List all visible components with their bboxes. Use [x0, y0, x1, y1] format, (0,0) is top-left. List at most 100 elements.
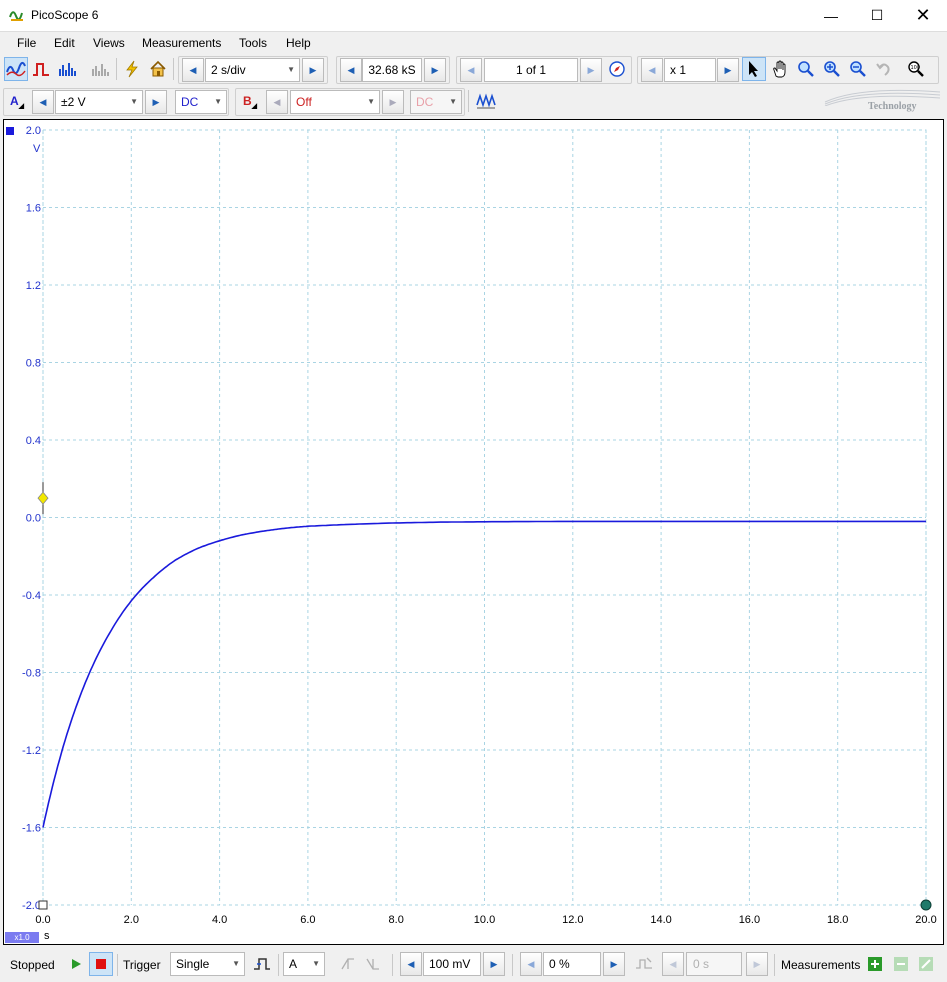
y-tick-label: -2.0	[22, 900, 41, 912]
persistence-mode-icon[interactable]	[29, 57, 53, 81]
channel-a-coupling-value: DC	[181, 95, 199, 109]
run-state-label: Stopped	[10, 958, 55, 972]
scope-view[interactable]: 2.0 1.6 1.2 0.8 0.4 0.0 -0.4 -0.8 -1.2 -1.6 -2.0 0…	[3, 119, 944, 945]
x-tick-label: 20.0	[915, 914, 936, 926]
x-tick-label: 8.0	[389, 914, 404, 926]
channel-b-range-increase[interactable]: ▶	[382, 90, 404, 114]
home-icon[interactable]	[146, 57, 170, 81]
y-tick-label: -1.6	[22, 823, 41, 835]
channel-a-range-decrease[interactable]: ◀	[32, 90, 54, 114]
zoom-field[interactable]: x 1	[664, 58, 716, 82]
channel-a-range-select[interactable]: ±2 V ▼	[55, 90, 143, 114]
trigger-mode-value: Single	[176, 957, 210, 971]
measurements-label: Measurements	[781, 958, 861, 972]
channel-a-axis-marker-icon[interactable]	[6, 127, 14, 135]
samples-increase-button[interactable]: ▶	[424, 58, 446, 82]
menu-views[interactable]: Views	[93, 36, 125, 50]
brand-watermark: Technology	[868, 101, 917, 112]
play-icon[interactable]	[64, 952, 88, 976]
trigger-mode-select[interactable]: Single ▼	[170, 952, 245, 976]
maximize-button[interactable]: ☐	[854, 0, 900, 31]
threshold-increase-button[interactable]: ▶	[483, 952, 505, 976]
channel-a-button[interactable]: A ◢	[5, 89, 29, 113]
menu-bar: File Edit Views Measurements Tools Help	[0, 32, 947, 55]
window-title: PicoScope 6	[31, 8, 99, 22]
timebase-select[interactable]: 2 s/div ▼	[205, 58, 300, 82]
select-cursor-icon[interactable]	[742, 57, 766, 81]
buffer-next-button[interactable]: ▶	[580, 58, 602, 82]
x-zoom-badge[interactable]: x1.0	[5, 932, 39, 943]
menu-tools[interactable]: Tools	[239, 36, 267, 50]
svg-text:100: 100	[911, 65, 921, 71]
zoom-icon[interactable]	[794, 57, 818, 81]
menu-file[interactable]: File	[17, 36, 36, 50]
channel-b-button[interactable]: B ◢	[238, 89, 262, 113]
trigger-marker-icon	[37, 491, 49, 505]
y-tick-label: 1.6	[26, 203, 41, 215]
stop-icon[interactable]	[89, 952, 113, 976]
pretrigger-decrease-button[interactable]: ◀	[520, 952, 542, 976]
math-channel-icon[interactable]	[474, 89, 498, 113]
channel-toolbar: A ◢ ◀ ±2 V ▼ ▶ DC ▼ B ◢ ◀ Off ▼ ▶ DC ▼	[0, 86, 947, 117]
y-axis-ticks: 2.0 1.6 1.2 0.8 0.4 0.0 -0.4 -0.8 -1.2 -1.6 -2.0	[22, 125, 41, 912]
pretrigger-increase-button[interactable]: ▶	[603, 952, 625, 976]
timebase-value: 2 s/div	[211, 63, 246, 77]
buffer-prev-button[interactable]: ◀	[460, 58, 482, 82]
buffer-field[interactable]: 1 of 1	[484, 58, 578, 82]
origin-ruler-handle	[38, 900, 48, 910]
channel-a-label: A	[9, 94, 19, 108]
compass-icon[interactable]	[605, 57, 629, 81]
add-measurement-icon[interactable]	[865, 952, 885, 976]
app-icon	[9, 11, 23, 21]
delay-increase-button: ▶	[746, 952, 768, 976]
auto-setup-icon[interactable]	[120, 57, 144, 81]
channel-b-range-value: Off	[296, 95, 312, 109]
channel-b-range-select[interactable]: Off ▼	[290, 90, 380, 114]
close-button[interactable]: ✕	[900, 0, 946, 31]
trigger-edge-icon[interactable]	[250, 952, 274, 976]
spectrum-mode-icon[interactable]	[55, 57, 79, 81]
channel-a-range-increase[interactable]: ▶	[145, 90, 167, 114]
channel-b-range-decrease[interactable]: ◀	[266, 90, 288, 114]
scope-mode-icon[interactable]	[4, 57, 28, 81]
zoom-increase-button[interactable]: ▶	[717, 58, 739, 82]
zoom-overview-icon[interactable]: 100	[904, 57, 928, 81]
menu-measurements[interactable]: Measurements	[142, 36, 221, 50]
y-tick-label: 2.0	[26, 125, 41, 137]
zoom-out-icon[interactable]	[846, 57, 870, 81]
x-axis-ticks: 0.0 2.0 4.0 6.0 8.0 10.0 12.0 14.0 16.0 18.0 20.0	[35, 914, 936, 926]
channel-b-coupling-select: DC ▼	[410, 90, 462, 114]
samples-decrease-button[interactable]: ◀	[340, 58, 362, 82]
main-toolbar: ◀ 2 s/div ▼ ▶ ◀ 32.68 kS ▶ ◀ 1 of 1 ▶ ◀ x…	[0, 54, 947, 85]
hand-pan-icon[interactable]	[768, 57, 792, 81]
threshold-field[interactable]: 100 mV	[423, 952, 481, 976]
x-axis-unit: s	[44, 930, 50, 942]
timebase-increase-button[interactable]: ▶	[302, 58, 324, 82]
y-tick-label: -1.2	[22, 745, 41, 757]
delay-decrease-button: ◀	[662, 952, 684, 976]
chevron-down-icon: ▼	[232, 959, 240, 968]
pretrigger-field[interactable]: 0 %	[543, 952, 601, 976]
x-tick-label: 14.0	[650, 914, 671, 926]
channel-b-label: B	[242, 94, 252, 108]
zoom-in-icon[interactable]	[820, 57, 844, 81]
samples-field[interactable]: 32.68 kS	[362, 58, 422, 82]
timebase-decrease-button[interactable]: ◀	[182, 58, 204, 82]
y-tick-label: 0.8	[26, 358, 41, 370]
menu-edit[interactable]: Edit	[54, 36, 75, 50]
chevron-down-icon: ▼	[130, 97, 138, 106]
chevron-down-icon: ▼	[449, 97, 457, 106]
minimize-button[interactable]: —	[808, 0, 854, 31]
scope-plot[interactable]: 2.0 1.6 1.2 0.8 0.4 0.0 -0.4 -0.8 -1.2 -1.6 -2.0 0…	[4, 120, 943, 944]
threshold-decrease-button[interactable]: ◀	[400, 952, 422, 976]
channel-b-coupling-value: DC	[416, 95, 434, 109]
trigger-channel-select[interactable]: A ▼	[283, 952, 325, 976]
post-trigger-icon	[632, 952, 656, 976]
time-ruler-handle-icon	[920, 899, 932, 911]
zoom-decrease-button[interactable]: ◀	[641, 58, 663, 82]
x-tick-label: 6.0	[300, 914, 315, 926]
channel-a-coupling-select[interactable]: DC ▼	[175, 90, 227, 114]
chevron-down-icon: ▼	[214, 97, 222, 106]
x-tick-label: 2.0	[124, 914, 139, 926]
menu-help[interactable]: Help	[286, 36, 311, 50]
